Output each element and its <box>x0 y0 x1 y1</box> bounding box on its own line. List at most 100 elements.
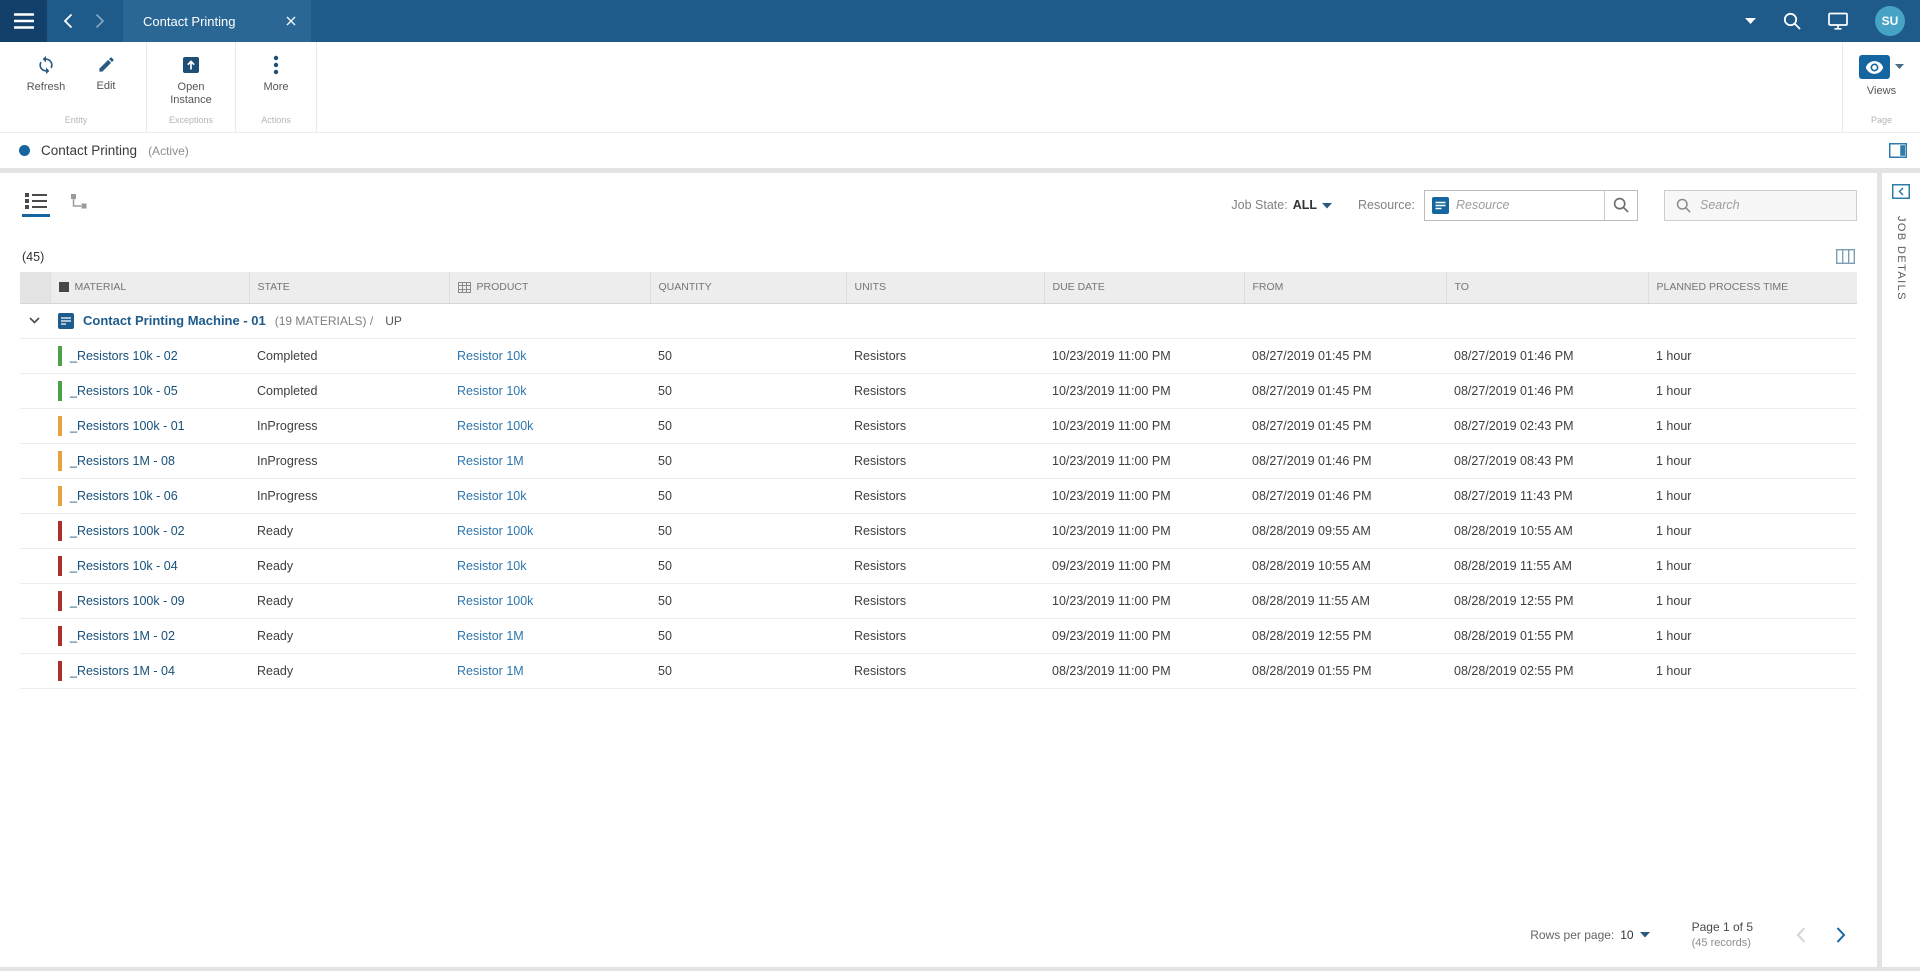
column-header-material[interactable]: MATERIAL <box>50 272 250 304</box>
row-gutter <box>20 618 50 654</box>
material-link[interactable]: _Resistors 1M - 02 <box>70 629 175 643</box>
resource-input[interactable] <box>1456 198 1604 212</box>
product-link[interactable]: Resistor 10k <box>457 489 526 503</box>
close-icon[interactable] <box>286 16 296 26</box>
table-row[interactable]: _Resistors 1M - 02 Ready Resistor 1M 50 … <box>20 618 1857 654</box>
job-list-panel: Job State: ALL Resource: Resource Search… <box>0 173 1877 967</box>
product-link[interactable]: Resistor 1M <box>457 664 524 678</box>
global-search-button[interactable] <box>1783 12 1801 30</box>
column-chooser-button[interactable] <box>1836 249 1855 264</box>
product-link[interactable]: Resistor 1M <box>457 629 524 643</box>
more-button[interactable]: More <box>246 46 306 94</box>
material-link[interactable]: _Resistors 100k - 09 <box>70 594 185 608</box>
material-link[interactable]: _Resistors 1M - 08 <box>70 454 175 468</box>
table-row[interactable]: _Resistors 10k - 05 Completed Resistor 1… <box>20 373 1857 409</box>
product-column-icon <box>457 281 471 293</box>
table-row[interactable]: _Resistors 100k - 01 InProgress Resistor… <box>20 408 1857 444</box>
group-row-content: Contact Printing Machine - 01 (19 MATERI… <box>50 303 1857 339</box>
material-link[interactable]: _Resistors 100k - 02 <box>70 524 185 538</box>
dock-panel-button[interactable] <box>1892 184 1910 199</box>
next-page-button[interactable] <box>1835 926 1847 944</box>
table-row[interactable]: _Resistors 1M - 04 Ready Resistor 1M 50 … <box>20 653 1857 689</box>
content-row: Job State: ALL Resource: Resource Search… <box>0 173 1920 967</box>
material-cell: _Resistors 10k - 04 <box>50 548 249 584</box>
search-icon <box>1676 198 1691 213</box>
prev-page-button[interactable] <box>1795 926 1807 944</box>
product-cell: Resistor 10k <box>449 548 650 584</box>
views-button[interactable]: Views <box>1859 46 1904 98</box>
column-header-to[interactable]: TO <box>1446 272 1649 304</box>
resource-search-button[interactable] <box>1604 190 1637 220</box>
material-link[interactable]: _Resistors 10k - 05 <box>70 384 178 398</box>
product-cell: Resistor 100k <box>449 583 650 619</box>
state-cell: Completed <box>249 338 449 374</box>
rows-per-page-select[interactable]: Rows per page: 10 <box>1530 928 1650 942</box>
avatar[interactable]: SU <box>1875 6 1905 36</box>
prev-page-icon <box>1796 927 1806 943</box>
product-link[interactable]: Resistor 10k <box>457 559 526 573</box>
due-date-cell: 10/23/2019 11:00 PM <box>1044 513 1244 549</box>
app-root: Contact Printing SU Refresh Edit Entity … <box>0 0 1920 971</box>
state-cell: InProgress <box>249 408 449 444</box>
menu-button[interactable] <box>0 0 47 42</box>
tree-view-toggle[interactable] <box>66 193 94 217</box>
collapse-group-button[interactable] <box>29 317 40 324</box>
units-cell: Resistors <box>846 338 1044 374</box>
product-cell: Resistor 10k <box>449 373 650 409</box>
product-link[interactable]: Resistor 10k <box>457 349 526 363</box>
tab-list-dropdown-button[interactable] <box>1745 17 1756 25</box>
job-state-filter[interactable]: Job State: ALL <box>1231 198 1333 212</box>
chevron-down-icon <box>1895 64 1904 69</box>
toolbar-group-actions: More Actions <box>236 42 317 132</box>
row-gutter <box>20 373 50 409</box>
material-link[interactable]: _Resistors 1M - 04 <box>70 664 175 678</box>
refresh-button[interactable]: Refresh <box>16 46 76 94</box>
product-link[interactable]: Resistor 1M <box>457 454 524 468</box>
open-instance-icon <box>183 57 199 73</box>
column-header-units[interactable]: UNITS <box>846 272 1045 304</box>
tab-contact-printing[interactable]: Contact Printing <box>123 0 311 42</box>
state-cell: Completed <box>249 373 449 409</box>
back-button[interactable] <box>63 13 73 29</box>
forward-button[interactable] <box>95 13 105 29</box>
column-header-state[interactable]: STATE <box>249 272 450 304</box>
row-gutter <box>20 513 50 549</box>
edit-button[interactable]: Edit <box>76 46 136 93</box>
column-header-planned-process-time[interactable]: PLANNED PROCESS TIME <box>1648 272 1857 304</box>
column-header-quantity[interactable]: QUANTITY <box>650 272 847 304</box>
state-color-bar <box>58 660 62 681</box>
product-link[interactable]: Resistor 100k <box>457 419 533 433</box>
table-row[interactable]: _Resistors 10k - 06 InProgress Resistor … <box>20 478 1857 514</box>
job-details-tab[interactable]: JOB DETAILS <box>1895 216 1907 301</box>
resource-link[interactable]: Contact Printing Machine - 01 <box>83 313 266 328</box>
material-link[interactable]: _Resistors 100k - 01 <box>70 419 185 433</box>
product-link[interactable]: Resistor 100k <box>457 594 533 608</box>
table-row[interactable]: _Resistors 100k - 09 Ready Resistor 100k… <box>20 583 1857 619</box>
monitor-button[interactable] <box>1828 12 1848 30</box>
record-count: (45) <box>22 249 45 264</box>
material-link[interactable]: _Resistors 10k - 02 <box>70 349 178 363</box>
product-link[interactable]: Resistor 10k <box>457 384 526 398</box>
product-link[interactable]: Resistor 100k <box>457 524 533 538</box>
resource-group-row[interactable]: Contact Printing Machine - 01 (19 MATERI… <box>20 303 1857 339</box>
table-row[interactable]: _Resistors 10k - 02 Completed Resistor 1… <box>20 338 1857 374</box>
state-color-bar <box>58 485 62 506</box>
column-header-from[interactable]: FROM <box>1244 272 1447 304</box>
open-instance-button[interactable]: Open Instance <box>157 46 225 107</box>
toolbar: Refresh Edit Entity Open Instance Except… <box>0 42 1920 132</box>
list-view-toggle[interactable] <box>22 193 50 217</box>
table-row[interactable]: _Resistors 1M - 08 InProgress Resistor 1… <box>20 443 1857 479</box>
status-dot <box>19 145 30 156</box>
to-cell: 08/27/2019 01:46 PM <box>1446 338 1648 374</box>
material-link[interactable]: _Resistors 10k - 06 <box>70 489 178 503</box>
table-row[interactable]: _Resistors 10k - 04 Ready Resistor 10k 5… <box>20 548 1857 584</box>
search-input[interactable] <box>1700 198 1845 212</box>
due-date-cell: 10/23/2019 11:00 PM <box>1044 373 1244 409</box>
table-row[interactable]: _Resistors 100k - 02 Ready Resistor 100k… <box>20 513 1857 549</box>
material-link[interactable]: _Resistors 10k - 04 <box>70 559 178 573</box>
column-header-product[interactable]: PRODUCT <box>449 272 651 304</box>
layout-panel-button[interactable] <box>1889 143 1907 158</box>
material-cell: _Resistors 1M - 04 <box>50 653 249 689</box>
column-header-due-date[interactable]: DUE DATE <box>1044 272 1245 304</box>
state-color-bar <box>58 625 62 646</box>
